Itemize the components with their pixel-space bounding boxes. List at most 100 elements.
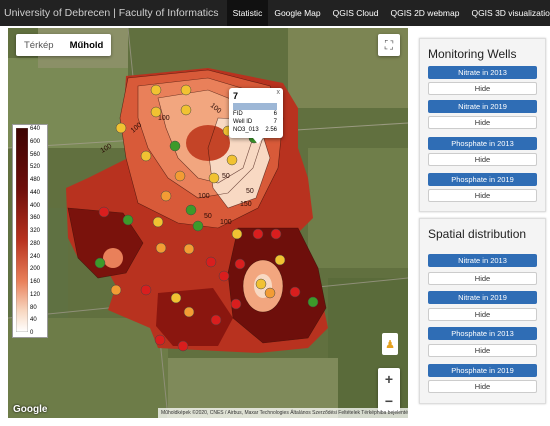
popup-key: NO3_013 [233, 127, 259, 133]
nav-qgis-2d-webmap[interactable]: QGIS 2D webmap [384, 0, 465, 26]
legend-tick-label: 160 [30, 279, 41, 285]
popup-row-highlight [233, 103, 277, 110]
well-marker[interactable] [208, 172, 220, 184]
well-marker[interactable] [307, 296, 319, 308]
contour-label: 50 [246, 188, 254, 195]
monitoring-wells-title: Monitoring Wells [428, 47, 517, 61]
monitoring-phosphate-2013-hide-button[interactable]: Hide [428, 153, 537, 166]
popup-title: 7 [233, 91, 239, 101]
legend-tick-label: 640 [30, 126, 41, 132]
monitoring-phosphate-2019-button[interactable]: Phosphate in 2019 [428, 173, 537, 186]
monitoring-nitrate-2019-hide-button[interactable]: Hide [428, 116, 537, 129]
map-type-toggle: Térkép Műhold [16, 34, 112, 56]
well-marker[interactable] [169, 140, 181, 152]
spatial-phosphate-2019-hide-button[interactable]: Hide [428, 380, 537, 393]
well-marker[interactable] [152, 216, 164, 228]
nav-statistic[interactable]: Statistic [226, 0, 269, 26]
street-view-pegman-icon[interactable]: ♟ [382, 333, 398, 355]
well-marker[interactable] [252, 228, 264, 240]
well-marker[interactable] [185, 204, 197, 216]
well-marker[interactable] [170, 292, 182, 304]
legend-tick-label: 600 [30, 138, 41, 145]
well-marker[interactable] [140, 150, 152, 162]
map-attribution[interactable]: Műholdképek ©2020, CNES / Airbus, Maxar … [158, 408, 408, 418]
popup-value: 7 [273, 119, 277, 125]
legend-tick-label: 200 [30, 266, 41, 273]
spatial-phosphate-2013-hide-button[interactable]: Hide [428, 344, 537, 357]
monitoring-nitrate-2019-button[interactable]: Nitrate in 2019 [428, 100, 537, 113]
nav-qgis-cloud[interactable]: QGIS Cloud [327, 0, 385, 26]
well-marker[interactable] [218, 270, 230, 282]
fullscreen-icon: ⛶ [384, 37, 394, 52]
well-marker[interactable] [234, 258, 246, 270]
contour-label: 100 [158, 115, 170, 122]
map-view[interactable]: 100 100 100 100 50 50 50 100 150 100 Tér… [8, 28, 408, 418]
well-marker[interactable] [155, 242, 167, 254]
well-marker[interactable] [210, 314, 222, 326]
spatial-distribution-title: Spatial distribution [428, 227, 527, 241]
legend-tick-label: 520 [30, 164, 41, 171]
well-marker[interactable] [205, 256, 217, 268]
brand-title[interactable]: University of Debrecen | Faculty of Info… [0, 7, 227, 19]
spatial-distribution-panel: Spatial distribution Nitrate in 2013 Hid… [419, 218, 546, 404]
spatial-phosphate-2013-button[interactable]: Phosphate in 2013 [428, 327, 537, 340]
well-marker[interactable] [270, 228, 282, 240]
well-marker[interactable] [180, 84, 192, 96]
legend-tick-label: 560 [30, 151, 41, 158]
well-marker[interactable] [110, 284, 122, 296]
contour-label: 50 [204, 213, 212, 220]
well-marker[interactable] [255, 278, 267, 290]
well-marker[interactable] [226, 154, 238, 166]
monitoring-phosphate-2019-hide-button[interactable]: Hide [428, 189, 537, 202]
popup-tail [253, 138, 263, 144]
fullscreen-button[interactable]: ⛶ [378, 34, 400, 56]
well-marker[interactable] [177, 340, 189, 352]
zoom-in-button[interactable]: + [378, 368, 400, 390]
well-marker[interactable] [192, 220, 204, 232]
map-type-terkep-button[interactable]: Térkép [16, 34, 62, 56]
legend-tick-label: 0 [30, 330, 34, 336]
field [308, 148, 408, 268]
well-marker[interactable] [115, 122, 127, 134]
legend-tick-label: 480 [30, 177, 41, 183]
well-marker[interactable] [274, 254, 286, 266]
monitoring-nitrate-2013-hide-button[interactable]: Hide [428, 82, 537, 95]
well-marker[interactable] [180, 104, 192, 116]
spatial-phosphate-2019-button[interactable]: Phosphate in 2019 [428, 364, 537, 377]
color-legend: 640 600 560 520 480 440 400 360 320 280 240 200 160 1… [12, 124, 48, 338]
popup-key: Well ID [233, 119, 253, 125]
contour-label: 150 [240, 201, 252, 208]
nav-google-map[interactable]: Google Map [268, 0, 326, 26]
popup-close-button[interactable]: x [277, 89, 281, 96]
map-type-muhold-button[interactable]: Műhold [62, 34, 112, 56]
well-marker[interactable] [94, 257, 106, 269]
legend-tick-label: 40 [30, 317, 37, 324]
well-marker[interactable] [230, 298, 242, 310]
contour-label: 50 [222, 173, 230, 180]
well-marker[interactable] [183, 306, 195, 318]
well-marker[interactable] [264, 287, 276, 299]
spatial-nitrate-2019-button[interactable]: Nitrate in 2019 [428, 291, 537, 304]
well-marker[interactable] [140, 284, 152, 296]
popup-value: 2.56 [265, 127, 277, 133]
monitoring-phosphate-2013-button[interactable]: Phosphate in 2013 [428, 137, 537, 150]
well-marker[interactable] [150, 106, 162, 118]
well-marker[interactable] [183, 243, 195, 255]
well-marker[interactable] [150, 84, 162, 96]
legend-ticks: 640 600 560 520 480 440 400 360 320 280 240 200 160 1… [30, 125, 46, 336]
spatial-nitrate-2013-button[interactable]: Nitrate in 2013 [428, 254, 537, 267]
monitoring-nitrate-2013-button[interactable]: Nitrate in 2013 [428, 66, 537, 79]
spatial-nitrate-2013-hide-button[interactable]: Hide [428, 272, 537, 285]
well-marker[interactable] [289, 286, 301, 298]
nav-qgis-3d-visualization[interactable]: QGIS 3D visualization [465, 0, 550, 26]
well-marker[interactable] [160, 190, 172, 202]
well-marker[interactable] [122, 214, 134, 226]
well-marker[interactable] [174, 170, 186, 182]
legend-tick-label: 400 [30, 202, 41, 209]
contour-label: 100 [220, 219, 232, 226]
well-marker[interactable] [231, 228, 243, 240]
spatial-nitrate-2019-hide-button[interactable]: Hide [428, 308, 537, 321]
well-marker[interactable] [154, 334, 166, 346]
legend-color-bar [16, 128, 28, 332]
well-marker[interactable] [98, 206, 110, 218]
